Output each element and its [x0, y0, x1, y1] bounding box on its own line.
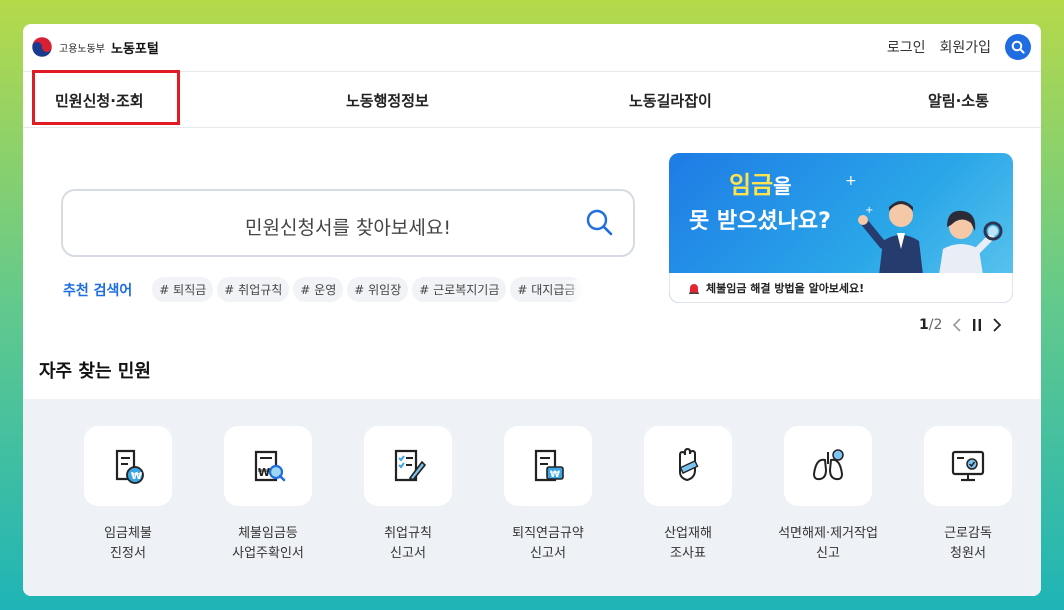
search-input[interactable]: 민원신청서를 찾아보세요!	[63, 213, 633, 240]
wage-document-icon: ₩	[115, 449, 144, 484]
service-card[interactable]: ₩ 임금체불 진정서	[58, 426, 198, 564]
banner-headline-rest: 을	[773, 174, 792, 198]
lungs-icon	[812, 449, 844, 481]
login-link[interactable]: 로그인	[887, 37, 926, 57]
keyword-chip[interactable]: # 퇴직금	[152, 277, 214, 302]
taegeuk-emblem-icon	[31, 36, 53, 58]
service-tile[interactable]: ₩	[224, 426, 312, 506]
alarm-siren-icon	[689, 283, 699, 294]
nav-labor-guide[interactable]: 노동길라잡이	[629, 90, 712, 111]
banner-subheadline: 못 받으셨나요?	[689, 209, 831, 234]
auth-links: 로그인 회원가입	[887, 34, 1031, 60]
recommended-keywords: 추천 검색어 # 퇴직금 # 취업규칙 # 운영 # 위임장 # 근로복지기금 …	[63, 277, 587, 302]
service-card[interactable]: 취업규칙 신고서	[338, 426, 478, 564]
wage-confirmation-icon: ₩	[254, 450, 286, 482]
service-label: 취업규칙 신고서	[384, 526, 432, 561]
frequent-services-title: 자주 찾는 민원	[39, 361, 151, 382]
people-illustration-icon: + +	[845, 175, 1003, 275]
logo-ministry-text: 고용노동부	[59, 43, 105, 55]
global-search-button[interactable]	[1005, 34, 1031, 60]
logo-portal-text: 노동포털	[111, 41, 159, 57]
service-label: 근로감독 청원서	[944, 526, 992, 561]
promo-banner[interactable]: 임금을 못 받으셨나요? + + 체불임금 해결 방법을 알아보세요!	[669, 153, 1013, 303]
search-icon[interactable]	[585, 208, 615, 238]
keyword-chip[interactable]: # 취업규칙	[217, 277, 290, 302]
banner-caption: 체불임금 해결 방법을 알아보세요!	[669, 273, 1013, 303]
svg-text:₩: ₩	[258, 466, 270, 479]
svg-text:+: +	[845, 175, 857, 189]
service-label: 임금체불 진정서	[104, 526, 152, 561]
banner-highlight: 임금	[729, 171, 774, 199]
service-tile[interactable]: ₩	[84, 426, 172, 506]
chevron-left-icon[interactable]	[952, 318, 962, 332]
service-tile[interactable]: ₩	[504, 426, 592, 506]
monitor-check-icon	[951, 450, 985, 482]
pager-count: 1/2	[919, 317, 942, 333]
injured-hand-icon	[679, 447, 699, 482]
frequent-services-panel: ₩ 임금체불 진정서 ₩ 체불임금등 사업주확인서 취업규칙 신고서 ₩ 퇴직연…	[23, 399, 1041, 596]
keyword-chip[interactable]: # 운영	[293, 277, 344, 302]
pager-total: /2	[928, 317, 943, 333]
service-tile[interactable]	[364, 426, 452, 506]
svg-text:₩: ₩	[550, 470, 560, 480]
service-tile[interactable]	[644, 426, 732, 506]
service-card[interactable]: ₩ 체불임금등 사업주확인서	[198, 426, 338, 564]
service-label: 산업재해 조사표	[664, 526, 712, 561]
svg-text:₩: ₩	[131, 471, 142, 482]
nav-notice-communication[interactable]: 알림·소통	[928, 90, 989, 111]
keyword-fade	[564, 279, 587, 300]
pause-icon[interactable]	[972, 318, 982, 332]
banner-caption-text: 체불임금 해결 방법을 알아보세요!	[706, 281, 865, 295]
nav-highlight-box	[32, 70, 180, 125]
civil-search-box[interactable]: 민원신청서를 찾아보세요!	[61, 189, 635, 257]
service-card[interactable]: 석면해제·제거작업 신고	[758, 426, 898, 564]
top-bar: 고용노동부 노동포털 로그인 회원가입	[23, 24, 1041, 72]
service-tile[interactable]	[924, 426, 1012, 506]
recommended-label: 추천 검색어	[63, 282, 133, 299]
pension-document-icon: ₩	[534, 449, 564, 482]
service-card[interactable]: ₩ 퇴직연금규약 신고서	[478, 426, 618, 564]
service-card[interactable]: 근로감독 청원서	[898, 426, 1038, 564]
banner-pager: 1/2	[919, 317, 1002, 333]
banner-headline: 임금을	[729, 165, 792, 200]
keyword-chip[interactable]: # 근로복지기금	[412, 277, 507, 302]
service-label: 퇴직연금규약 신고서	[512, 526, 584, 561]
service-label: 체불임금등 사업주확인서	[232, 526, 304, 561]
pager-current: 1	[919, 317, 929, 333]
signup-link[interactable]: 회원가입	[939, 37, 991, 57]
portal-window: 고용노동부 노동포털 로그인 회원가입 민원신청·조회 노동행정정보 노동길라잡…	[23, 24, 1041, 596]
service-card[interactable]: 산업재해 조사표	[618, 426, 758, 564]
svg-text:+: +	[865, 205, 873, 216]
chevron-right-icon[interactable]	[992, 318, 1002, 332]
site-logo[interactable]: 고용노동부 노동포털	[31, 36, 159, 58]
keyword-chip[interactable]: # 위임장	[347, 277, 409, 302]
rules-checklist-icon	[394, 449, 427, 482]
service-label: 석면해제·제거작업 신고	[778, 526, 878, 561]
service-tile[interactable]	[784, 426, 872, 506]
nav-labor-admin-info[interactable]: 노동행정정보	[346, 90, 429, 111]
search-icon	[1011, 40, 1025, 54]
